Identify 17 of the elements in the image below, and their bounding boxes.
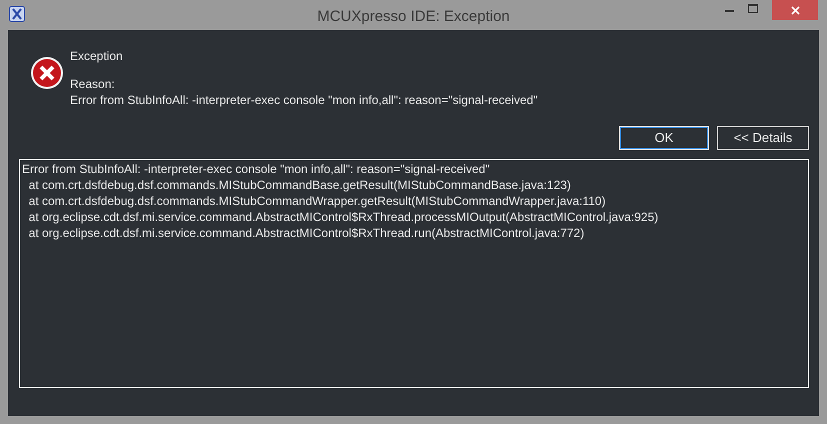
details-text-area[interactable] xyxy=(19,159,809,388)
dialog-button[interactable]: << Details xyxy=(717,126,809,150)
stack-trace-line: at com.crt.dsfdebug.dsf.commands.MIStubCommandWrapper.getResult(MIStubCommandWrapper.java:110) xyxy=(28,193,607,209)
reason-message: Error from StubInfoAll: -interpreter-exec console "mon info,all": reason="signal-received" xyxy=(70,92,538,108)
app-icon xyxy=(9,6,25,22)
maximize-icon[interactable] xyxy=(748,4,758,13)
stack-trace-line: at com.crt.dsfdebug.dsf.commands.MIStubCommandBase.getResult(MIStubCommandBase.java:123) xyxy=(28,177,572,193)
close-icon xyxy=(790,6,800,14)
reason-label: Reason: xyxy=(70,76,116,92)
stack-trace-line: at org.eclipse.cdt.dsf.mi.service.command.AbstractMIControl$RxThread.run(AbstractMIControl.java:772) xyxy=(28,225,586,241)
stack-trace-line: Error from StubInfoAll: -interpreter-exec console "mon info,all": reason="signal-received" xyxy=(22,161,491,177)
dialog-button[interactable]: OK xyxy=(619,126,709,150)
close-button[interactable] xyxy=(772,0,818,20)
stack-trace-line: at org.eclipse.cdt.dsf.mi.service.command.AbstractMIControl$RxThread.processMIOutput(AbstractMIControl.java:925) xyxy=(28,209,660,225)
exception-heading: Exception xyxy=(70,48,124,64)
window-title: MCUXpresso IDE: Exception xyxy=(317,7,510,27)
error-icon xyxy=(30,56,64,90)
